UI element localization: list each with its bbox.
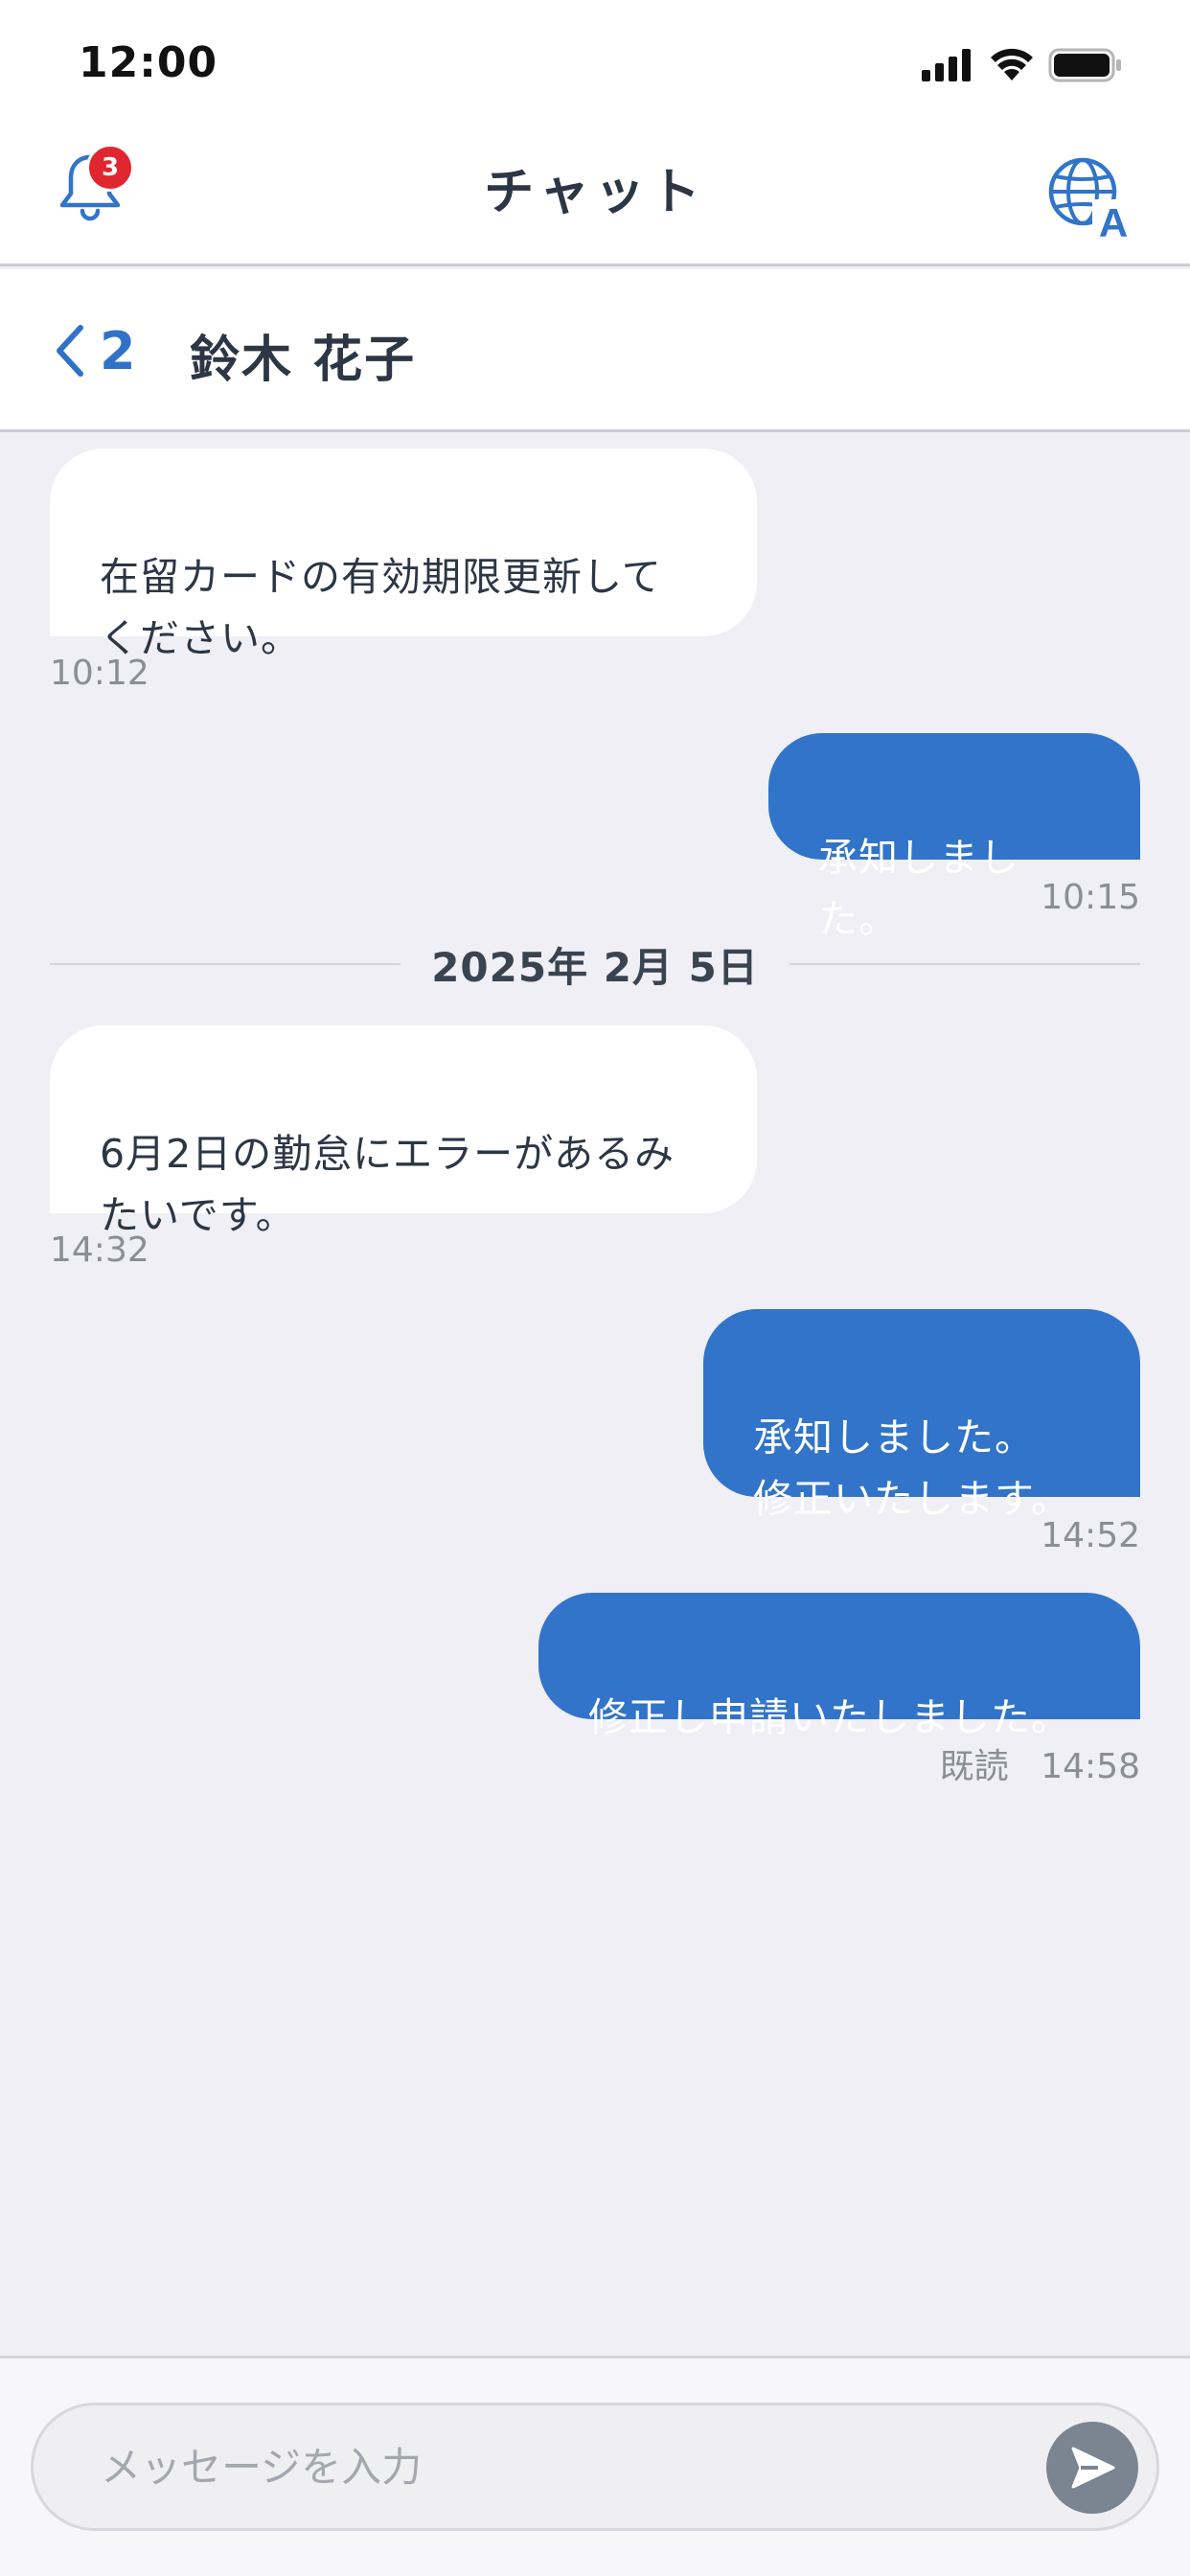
message-list[interactable]: 在留カードの有効期限更新して ください。 10:12 承知しました。 10:15… [0, 435, 1190, 2356]
message-input[interactable] [31, 2403, 1159, 2531]
send-button[interactable] [1046, 2422, 1138, 2514]
back-button[interactable]: 2 [52, 319, 136, 382]
outgoing-message[interactable]: 承知しました。 修正いたします。 [703, 1309, 1140, 1522]
outgoing-message[interactable]: 承知しました。 [768, 733, 1140, 942]
incoming-message[interactable]: 在留カードの有効期限更新して ください。 [50, 448, 757, 661]
message-time: 14:52 [1041, 1516, 1140, 1555]
message-time: 10:15 [1041, 878, 1140, 917]
chevron-left-icon [57, 325, 83, 377]
wifi-icon [991, 48, 1033, 80]
message-text: 承知しました。 修正いたします。 [753, 1414, 1071, 1522]
outgoing-message[interactable]: 修正し申請いたしました。 [538, 1593, 1140, 1740]
message-text: 修正し申請いたしました。 [588, 1694, 1071, 1740]
svg-text:A: A [1099, 200, 1128, 243]
incoming-message[interactable]: 6月2日の勤怠にエラーがあるみ たいです。 [50, 1025, 757, 1238]
message-composer [0, 2356, 1190, 2576]
message-time: 10:12 [50, 654, 149, 693]
read-receipt: 既読 14:58 [940, 1738, 1140, 1788]
globe-translate-icon: A [1048, 157, 1134, 245]
nav-header: 3 チャット A [0, 125, 1190, 266]
message-text: 承知しました。 [818, 835, 1019, 942]
status-time: 12:00 [79, 38, 218, 87]
conversation-header: 2 鈴木 花子 [0, 269, 1190, 432]
contact-name: 鈴木 花子 [190, 332, 417, 389]
send-icon [1071, 2447, 1115, 2489]
date-divider-line [50, 963, 401, 965]
unread-count: 2 [100, 320, 136, 381]
message-time: 14:32 [50, 1230, 149, 1270]
translate-button[interactable]: A [1044, 151, 1136, 245]
battery-icon [1048, 48, 1121, 82]
message-text: 在留カードの有効期限更新して ください。 [100, 554, 662, 661]
chat-screen: 12:00 3 チャット A 2 鈴木 花子 在留カードの有効期限更新して くだ… [0, 0, 1190, 2576]
message-text: 6月2日の勤怠にエラーがあるみ たいです。 [100, 1131, 675, 1238]
page-title: チャット [484, 164, 706, 221]
date-divider-line [789, 963, 1140, 965]
read-label: 既読 [939, 1747, 1009, 1786]
date-separator: 2025年 2月 5日 [50, 935, 1140, 993]
date-label: 2025年 2月 5日 [431, 943, 759, 991]
status-bar: 12:00 [0, 0, 1190, 125]
message-time: 14:58 [1041, 1747, 1140, 1786]
status-icons [922, 46, 1123, 84]
signal-icon [922, 49, 971, 81]
